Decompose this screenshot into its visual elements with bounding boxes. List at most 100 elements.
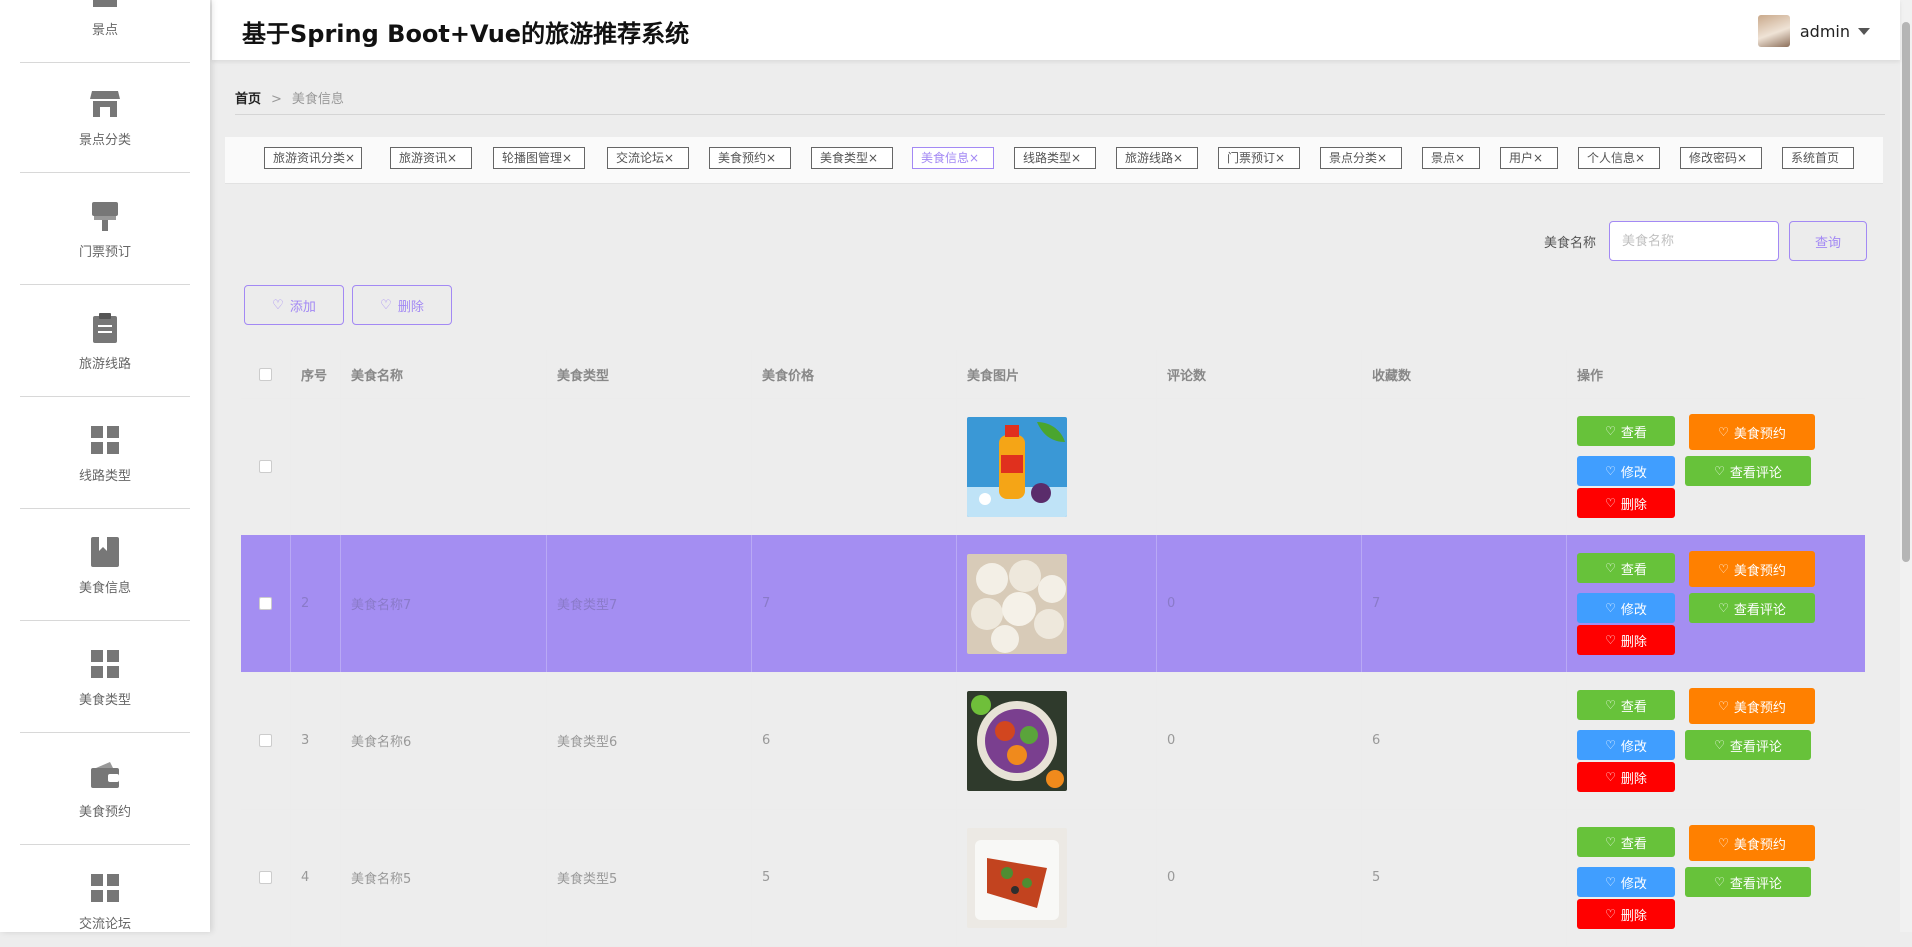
sidebar-item-ticket-booking[interactable]: 门票预订	[20, 174, 190, 285]
cell-type: 美食类型6	[547, 672, 752, 809]
page-scrollbar[interactable]	[1900, 0, 1912, 932]
tag-scenic-category[interactable]: 景点分类×	[1320, 147, 1402, 169]
heart-icon: ♡	[1605, 561, 1616, 575]
sidebar-item-label: 美食类型	[78, 692, 131, 708]
row-delete-button[interactable]: ♡ 删除	[1577, 625, 1675, 655]
cell-favorites	[1362, 398, 1567, 535]
column-header-actions: 操作	[1577, 368, 1604, 384]
edit-button-label: 修改	[1620, 602, 1647, 618]
column-header-price: 美食价格	[752, 350, 957, 398]
view-comments-button-label: 查看评论	[1729, 876, 1782, 892]
sidebar-item-route-types[interactable]: 线路类型	[20, 398, 190, 509]
heart-icon: ♡	[1714, 738, 1725, 752]
tag-route-types[interactable]: 线路类型×	[1014, 147, 1096, 169]
row-delete-button[interactable]: ♡ 删除	[1577, 762, 1675, 792]
reserve-button[interactable]: ♡ 美食预约	[1689, 688, 1815, 724]
reserve-button[interactable]: ♡ 美食预约	[1689, 825, 1815, 861]
tag-users[interactable]: 用户×	[1500, 147, 1558, 169]
search-button-label: 查询	[1814, 235, 1841, 251]
tag-scenic-spots[interactable]: 景点×	[1422, 147, 1480, 169]
tag-travel-routes[interactable]: 旅游线路×	[1116, 147, 1198, 169]
view-comments-button[interactable]: ♡ 查看评论	[1685, 730, 1811, 760]
sidebar-item-scenic-category[interactable]: 景点分类	[20, 62, 190, 173]
avatar[interactable]	[1757, 15, 1790, 47]
edit-button[interactable]: ♡ 修改	[1577, 730, 1675, 760]
tag-ticket-booking[interactable]: 门票预订×	[1218, 147, 1300, 169]
cell-name: 美食名称7	[341, 535, 547, 672]
search-button[interactable]: 查询	[1789, 221, 1867, 261]
row-delete-button-label: 删除	[1620, 497, 1647, 513]
cell-actions: ♡ 查看 ♡ 美食预约 ♡ 修改 ♡ 查看评论 ♡ 删除	[1567, 398, 1865, 535]
sidebar-item-forum[interactable]: 交流论坛	[20, 846, 190, 932]
row-checkbox[interactable]	[259, 734, 272, 747]
cell-type: 美食类型5	[547, 809, 752, 946]
cell-price: 6	[752, 672, 957, 809]
sidebar-item-label: 线路类型	[78, 468, 131, 484]
row-checkbox[interactable]	[259, 460, 272, 473]
reserve-button-label: 美食预约	[1733, 837, 1786, 853]
table-row[interactable]: ♡ 查看 ♡ 美食预约 ♡ 修改 ♡ 查看评论 ♡ 删除	[241, 398, 1865, 536]
view-button[interactable]: ♡ 查看	[1577, 690, 1675, 720]
reserve-button[interactable]: ♡ 美食预约	[1689, 551, 1815, 587]
breadcrumb-home[interactable]: 首页	[235, 92, 261, 107]
cell-name: 美食名称5	[341, 809, 547, 946]
cell-actions: ♡ 查看 ♡ 美食预约 ♡ 修改 ♡ 查看评论 ♡ 删除	[1567, 809, 1865, 946]
table-row[interactable]: 4 美食名称5 美食类型5 5 0 5 ♡ 查看 ♡ 美食预约 ♡ 修改 ♡ 查看评论 …	[241, 809, 1865, 947]
tag-banner-management[interactable]: 轮播图管理×	[493, 147, 585, 169]
chevron-down-icon[interactable]	[1858, 27, 1870, 35]
view-button[interactable]: ♡ 查看	[1577, 827, 1675, 857]
view-button[interactable]: ♡ 查看	[1577, 553, 1675, 583]
tag-travel-news[interactable]: 旅游资讯×	[390, 147, 472, 169]
row-delete-button[interactable]: ♡ 删除	[1577, 899, 1675, 929]
sidebar-item-food-reservation[interactable]: 美食预约	[20, 734, 190, 845]
tag-food-reservation[interactable]: 美食预约×	[709, 147, 791, 169]
row-delete-button[interactable]: ♡ 删除	[1577, 488, 1675, 518]
delete-button[interactable]: ♡ 删除	[352, 285, 452, 325]
select-all-checkbox[interactable]	[259, 367, 272, 381]
edit-button[interactable]: ♡ 修改	[1577, 456, 1675, 486]
user-name[interactable]: admin	[1800, 22, 1850, 41]
cell-index: 4	[291, 809, 341, 946]
store-icon	[90, 90, 120, 117]
tag-travel-news-category[interactable]: 旅游资讯分类×	[264, 147, 362, 169]
add-button[interactable]: ♡ 添加	[244, 285, 344, 325]
sidebar-item-food-types[interactable]: 美食类型	[20, 622, 190, 733]
heart-icon: ♡	[1718, 562, 1729, 576]
table-row[interactable]: 2 美食名称7 美食类型7 7 0 7 ♡ 查看 ♡ 美食预约 ♡ 修改 ♡ 查看评论 …	[241, 535, 1865, 673]
reserve-button[interactable]: ♡ 美食预约	[1689, 414, 1815, 450]
breadcrumb-separator: >	[271, 92, 282, 107]
sidebar-item-food-info[interactable]: 美食信息	[20, 510, 190, 621]
tag-food-info[interactable]: 美食信息×	[912, 147, 994, 169]
tag-change-password[interactable]: 修改密码×	[1680, 147, 1762, 169]
food-image-buns	[967, 553, 1067, 654]
table-row[interactable]: 3 美食名称6 美食类型6 6 0 6 ♡ 查看 ♡ 美食预约 ♡ 修改 ♡ 查看评论 …	[241, 672, 1865, 810]
sidebar-item-travel-routes[interactable]: 旅游线路	[20, 286, 190, 397]
tag-food-types[interactable]: 美食类型×	[811, 147, 893, 169]
table-header-row: 序号 美食名称 美食类型 美食价格 美食图片 评论数 收藏数 操作	[241, 350, 1865, 399]
tag-profile[interactable]: 个人信息×	[1578, 147, 1660, 169]
row-delete-button-label: 删除	[1620, 771, 1647, 787]
tag-system-home[interactable]: 系统首页	[1782, 147, 1854, 169]
edit-button[interactable]: ♡ 修改	[1577, 867, 1675, 897]
cell-favorites: 5	[1362, 809, 1567, 946]
edit-button-label: 修改	[1620, 739, 1647, 755]
user-menu[interactable]: admin	[1757, 15, 1870, 47]
sidebar-item-scenic-spots[interactable]: 景点	[20, 0, 190, 63]
cell-index: 2	[291, 535, 341, 672]
food-image-drink	[967, 416, 1067, 517]
add-button-label: 添加	[289, 299, 316, 315]
row-checkbox[interactable]	[259, 871, 272, 884]
edit-button-label: 修改	[1620, 465, 1647, 481]
food-name-search-input[interactable]	[1609, 221, 1779, 261]
view-comments-button[interactable]: ♡ 查看评论	[1689, 593, 1815, 623]
heart-icon: ♡	[1714, 875, 1725, 889]
cell-type	[547, 398, 752, 535]
heart-icon: ♡	[380, 297, 392, 313]
edit-button[interactable]: ♡ 修改	[1577, 593, 1675, 623]
scrollbar-thumb[interactable]	[1902, 22, 1910, 562]
view-comments-button[interactable]: ♡ 查看评论	[1685, 867, 1811, 897]
row-checkbox[interactable]	[259, 597, 272, 610]
view-button[interactable]: ♡ 查看	[1577, 416, 1675, 446]
view-comments-button[interactable]: ♡ 查看评论	[1685, 456, 1811, 486]
tag-forum[interactable]: 交流论坛×	[607, 147, 689, 169]
